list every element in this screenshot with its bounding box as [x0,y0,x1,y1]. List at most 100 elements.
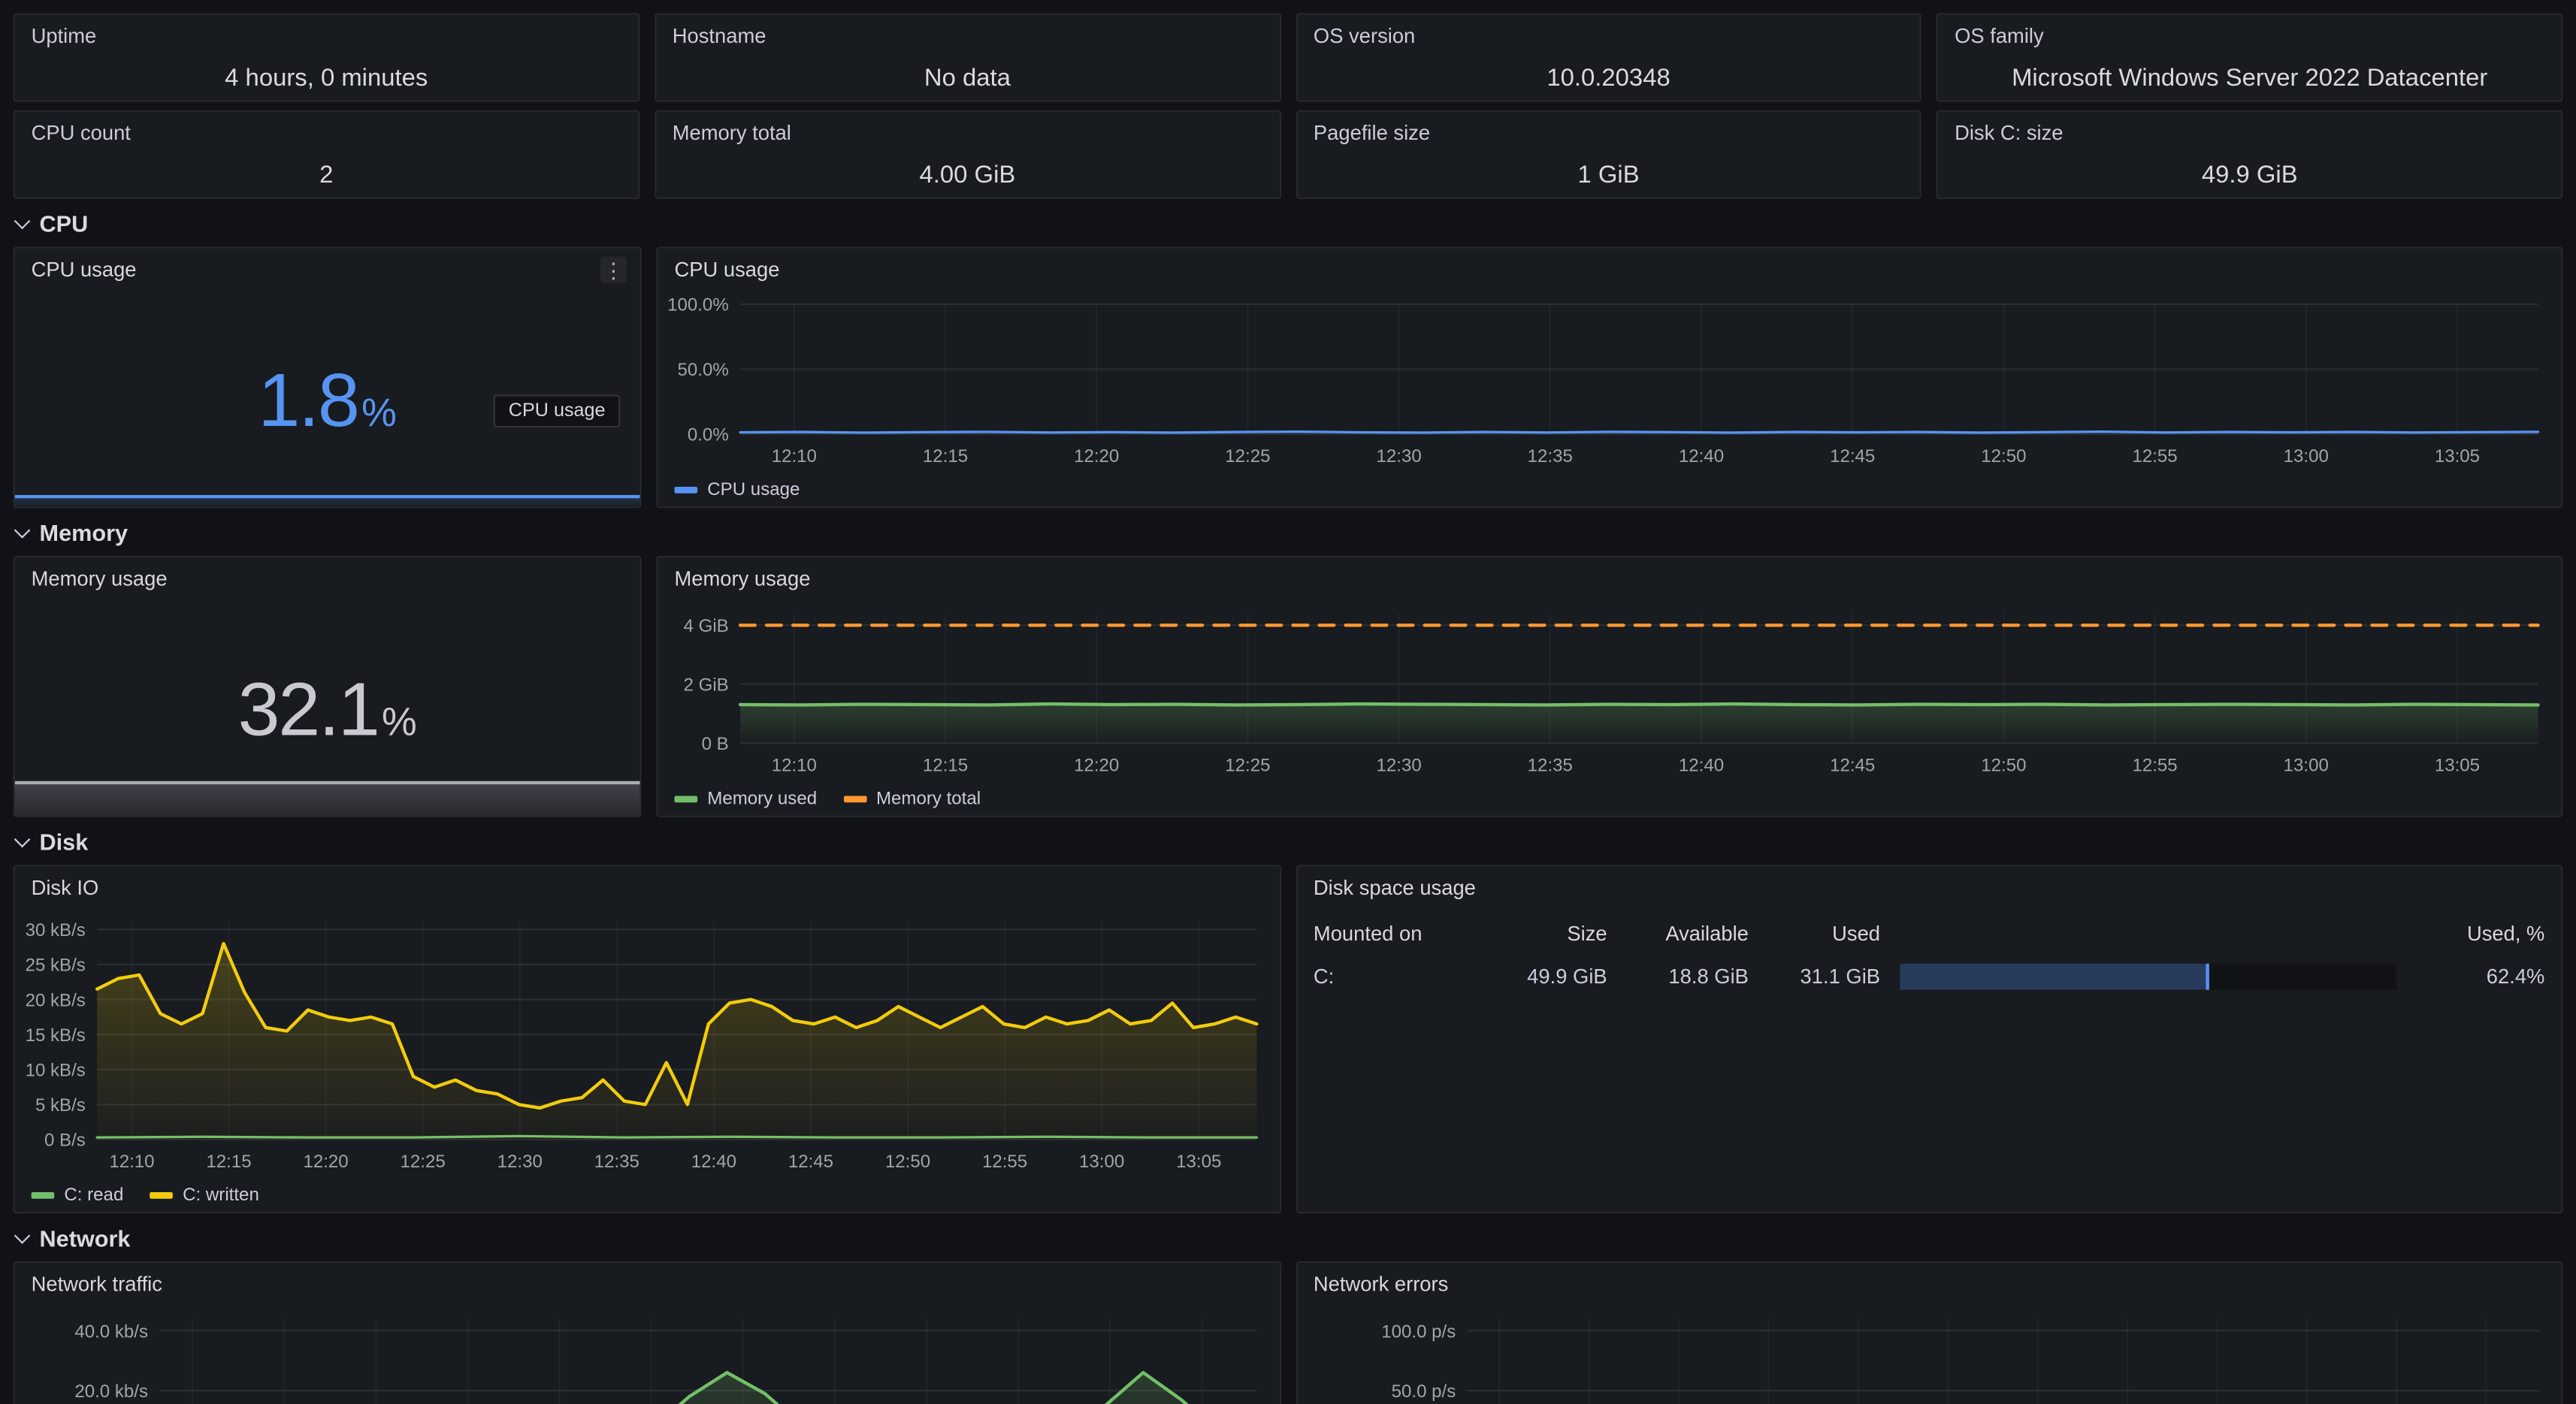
panel-title[interactable]: Network errors [1314,1273,1448,1296]
memory-usage-value: 32.1 % [237,663,416,752]
column-header-used[interactable]: Used [1749,922,1880,946]
svg-text:100.0%: 100.0% [667,295,729,316]
chevron-down-icon [14,212,31,228]
panel-title[interactable]: Memory usage [32,567,168,590]
network-row: Network traffic 20.0 kb/s40.0 kb/s12:101… [14,1261,2563,1404]
column-header-used-pct[interactable]: Used, % [2407,922,2545,946]
panel-title[interactable]: Network traffic [32,1273,162,1296]
panel-disk-io: Disk IO 0 B/s5 kB/s10 kB/s15 kB/s20 kB/s… [14,865,1281,1213]
disk-io-chart[interactable]: 0 B/s5 kB/s10 kB/s15 kB/s20 kB/s25 kB/s3… [15,910,1279,1182]
svg-text:10 kB/s: 10 kB/s [26,1061,86,1081]
chart-legend: Memory used Memory total [658,786,2562,815]
svg-text:25 kB/s: 25 kB/s [26,956,86,976]
svg-text:12:50: 12:50 [1981,446,2026,466]
svg-text:12:55: 12:55 [2132,446,2177,466]
chart-svg: 20.0 kb/s40.0 kb/s12:1012:1512:2012:2512… [15,1306,1280,1404]
cell-used-pct: 62.4% [2407,965,2545,989]
svg-text:12:40: 12:40 [691,1152,736,1172]
value-unit: % [361,391,397,436]
panel-title[interactable]: CPU usage [32,258,137,282]
panel-title[interactable]: CPU count [32,122,131,145]
svg-text:40.0 kb/s: 40.0 kb/s [74,1321,148,1342]
panel-header: CPU usage ⋮ [15,249,640,291]
legend-label: CPU usage [707,479,800,499]
cell-used: 31.1 GiB [1749,965,1880,989]
cell-gauge [1880,964,2406,990]
section-row-disk[interactable]: Disk [17,827,2563,856]
svg-text:12:10: 12:10 [772,756,817,776]
svg-text:50.0%: 50.0% [677,360,728,380]
chart-svg: 0.0%50.0%100.0%12:1012:1512:2012:2512:30… [658,291,2562,476]
panel-title[interactable]: Disk C: size [1955,122,2063,145]
panel-header: Memory usage [658,557,2562,600]
chevron-down-icon [14,521,31,538]
panel-title[interactable]: OS family [1955,25,2044,48]
panel-title[interactable]: Hostname [673,25,766,48]
svg-text:12:20: 12:20 [1074,756,1119,776]
svg-text:12:55: 12:55 [982,1152,1027,1172]
svg-text:12:45: 12:45 [1830,446,1875,466]
cpu-usage-chart[interactable]: 0.0%50.0%100.0%12:1012:1512:2012:2512:30… [658,291,2562,476]
cpu-sparkline [15,495,640,506]
section-row-cpu[interactable]: CPU [17,209,2563,238]
panel-title[interactable]: CPU usage [674,258,779,282]
network-errors-chart[interactable]: 50.0 p/s100.0 p/s12:1012:1512:2012:2512:… [1297,1306,2561,1404]
legend-swatch-icon [674,486,697,493]
cell-mounted-on: C: [1314,965,1479,989]
panel-uptime: Uptime 4 hours, 0 minutes [14,14,639,102]
svg-text:0.0%: 0.0% [688,425,729,445]
value-number: 32.1 [237,663,378,752]
cell-size: 49.9 GiB [1479,965,1607,989]
stat-value: 4.00 GiB [656,162,1279,198]
svg-text:12:50: 12:50 [1981,756,2026,776]
svg-text:13:05: 13:05 [2435,446,2480,466]
svg-text:12:20: 12:20 [303,1152,348,1172]
legend-swatch-icon [843,795,866,802]
panel-title[interactable]: Memory usage [674,567,810,590]
legend-item[interactable]: C: written [150,1185,259,1204]
value-unit: % [382,699,417,745]
network-traffic-chart[interactable]: 20.0 kb/s40.0 kb/s12:1012:1512:2012:2512… [15,1306,1279,1404]
stat-value: 4 hours, 0 minutes [15,64,638,100]
section-row-memory[interactable]: Memory [17,518,2563,548]
stat-value: 1 GiB [1297,162,1920,198]
svg-text:12:20: 12:20 [1074,446,1119,466]
legend-item[interactable]: Memory used [674,789,817,808]
panel-title[interactable]: Disk space usage [1314,877,1476,900]
panel-memory-total: Memory total 4.00 GiB [655,110,1280,199]
svg-text:12:50: 12:50 [885,1152,930,1172]
legend-label: C: read [64,1185,123,1204]
section-title: Memory [40,520,128,546]
stat-value: 49.9 GiB [1938,162,2561,198]
svg-text:12:30: 12:30 [1376,446,1421,466]
svg-text:2 GiB: 2 GiB [684,675,729,696]
column-header-available[interactable]: Available [1607,922,1749,946]
svg-text:12:55: 12:55 [2132,756,2177,776]
legend-label: C: written [183,1185,259,1204]
memory-row: Memory usage 32.1 % Memory usage 0 B2 Gi… [14,556,2563,817]
chart-svg: 0 B/s5 kB/s10 kB/s15 kB/s20 kB/s25 kB/s3… [15,910,1280,1182]
section-row-network[interactable]: Network [17,1224,2563,1253]
legend-item[interactable]: C: read [32,1185,124,1204]
panel-header: Memory usage [15,557,640,600]
kebab-menu-icon[interactable]: ⋮ [600,256,627,282]
panel-title[interactable]: OS version [1314,25,1415,48]
value-number: 1.8 [258,355,358,443]
column-header-size[interactable]: Size [1479,922,1607,946]
svg-text:5 kB/s: 5 kB/s [35,1095,86,1116]
chart-svg: 50.0 p/s100.0 p/s12:1012:1512:2012:2512:… [1297,1306,2562,1404]
legend-swatch-icon [32,1191,55,1198]
svg-text:12:35: 12:35 [1528,446,1573,466]
legend-item[interactable]: CPU usage [674,479,800,499]
panel-title[interactable]: Memory total [673,122,791,145]
panel-title[interactable]: Disk IO [32,877,99,900]
stat-value: Microsoft Windows Server 2022 Datacenter [1938,64,2561,100]
panel-title[interactable]: Uptime [32,25,97,48]
column-header-mounted-on[interactable]: Mounted on [1314,922,1479,946]
legend-item[interactable]: Memory total [843,789,981,808]
panel-header: CPU usage [658,249,2562,291]
svg-text:13:00: 13:00 [2284,756,2329,776]
chart-legend: C: read C: written [15,1182,1279,1212]
panel-title[interactable]: Pagefile size [1314,122,1430,145]
memory-usage-chart[interactable]: 0 B2 GiB4 GiB12:1012:1512:2012:2512:3012… [658,600,2562,786]
